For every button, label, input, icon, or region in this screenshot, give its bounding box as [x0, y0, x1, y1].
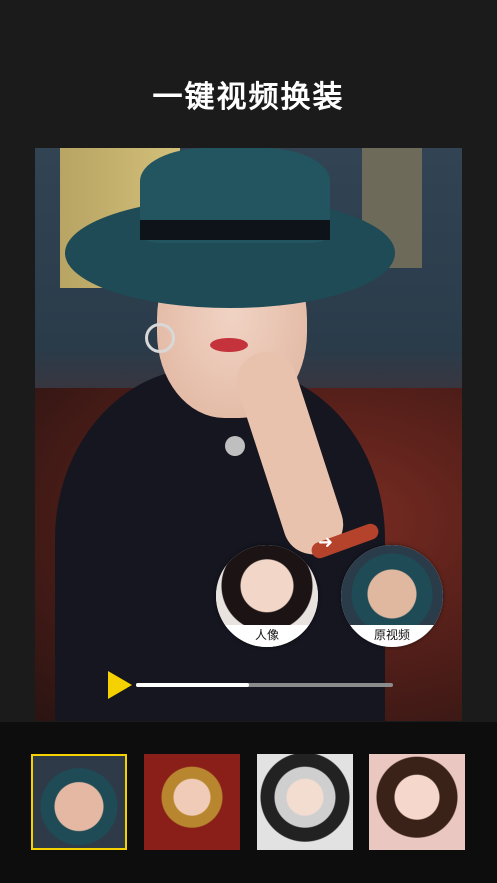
- thumbnail-image: [33, 756, 125, 848]
- progress-track[interactable]: [136, 683, 393, 687]
- play-icon[interactable]: [108, 671, 132, 699]
- progress-fill: [136, 683, 250, 687]
- lips: [210, 338, 248, 352]
- swap-arrow-icon: ➜: [318, 532, 334, 553]
- original-video-label: 原视频: [341, 625, 443, 647]
- thumbnail-woman-portrait[interactable]: [369, 754, 465, 850]
- thumbnail-silver-headdress-costume[interactable]: [257, 754, 353, 850]
- page-title: 一键视频换装: [152, 80, 345, 115]
- thumbnail-image: [144, 754, 240, 850]
- portrait-label: 人像: [216, 625, 318, 647]
- original-video-bubble[interactable]: 原视频: [341, 545, 443, 647]
- brooch: [225, 436, 245, 456]
- hat-band: [140, 220, 330, 240]
- portrait-bubble[interactable]: 人像: [216, 545, 318, 647]
- thumbnail-bride-red-headdress[interactable]: [144, 754, 240, 850]
- thumbnail-image: [369, 754, 465, 850]
- thumbnail-image: [257, 754, 353, 850]
- thumbnail-woman-teal-hat[interactable]: [31, 754, 127, 850]
- earring: [145, 323, 175, 353]
